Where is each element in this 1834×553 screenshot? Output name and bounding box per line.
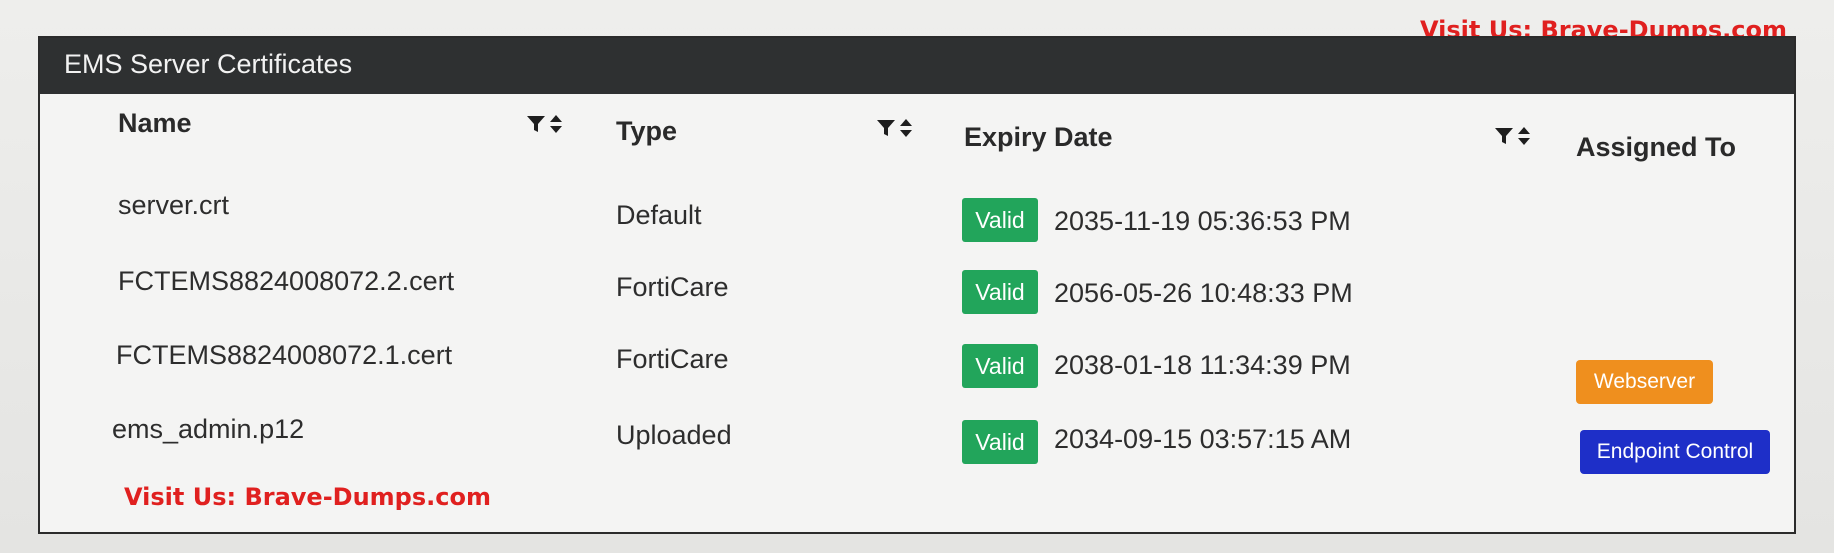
filter-icon[interactable] <box>526 114 546 134</box>
cell-type: FortiCare <box>616 344 729 374</box>
type-column-controls <box>876 118 913 138</box>
sort-icon[interactable] <box>1517 126 1531 146</box>
cell-name: FCTEMS8824008072.2.cert <box>118 266 455 296</box>
status-badge: Valid <box>962 420 1038 464</box>
cell-expiry: 2035-11-19 05:36:53 PM <box>1054 206 1351 236</box>
column-header-type[interactable]: Type <box>616 116 677 147</box>
status-badge: Valid <box>962 270 1038 314</box>
name-column-controls <box>526 114 563 134</box>
cell-expiry: 2038-01-18 11:34:39 PM <box>1054 350 1351 380</box>
certificates-panel: EMS Server Certificates Name Type Expiry… <box>38 36 1796 534</box>
cell-expiry: 2056-05-26 10:48:33 PM <box>1054 278 1353 308</box>
column-header-name[interactable]: Name <box>118 108 192 139</box>
panel-title: EMS Server Certificates <box>40 38 1794 94</box>
cell-type: FortiCare <box>616 272 729 302</box>
status-badge: Valid <box>962 344 1038 388</box>
column-header-assigned[interactable]: Assigned To <box>1576 132 1736 163</box>
screenshot-stage: Visit Us: Brave-Dumps.com EMS Server Cer… <box>0 0 1834 553</box>
cell-expiry: 2034-09-15 03:57:15 AM <box>1054 424 1352 454</box>
assigned-badge-webserver: Webserver <box>1576 360 1713 404</box>
expiry-column-controls <box>1494 126 1531 146</box>
cell-type: Uploaded <box>616 420 732 450</box>
cell-name: FCTEMS8824008072.1.cert <box>116 340 453 370</box>
certificates-table: Name Type Expiry Date Assigned To server… <box>40 94 1794 534</box>
watermark-bottom: Visit Us: Brave-Dumps.com <box>124 483 491 511</box>
cell-name: server.crt <box>118 190 230 220</box>
filter-icon[interactable] <box>876 118 896 138</box>
sort-icon[interactable] <box>549 114 563 134</box>
column-header-expiry[interactable]: Expiry Date <box>964 122 1113 153</box>
assigned-badge-endpoint-control: Endpoint Control <box>1580 430 1770 474</box>
status-badge: Valid <box>962 198 1038 242</box>
sort-icon[interactable] <box>899 118 913 138</box>
cell-name: ems_admin.p12 <box>112 414 305 444</box>
filter-icon[interactable] <box>1494 126 1514 146</box>
cell-type: Default <box>616 200 702 230</box>
